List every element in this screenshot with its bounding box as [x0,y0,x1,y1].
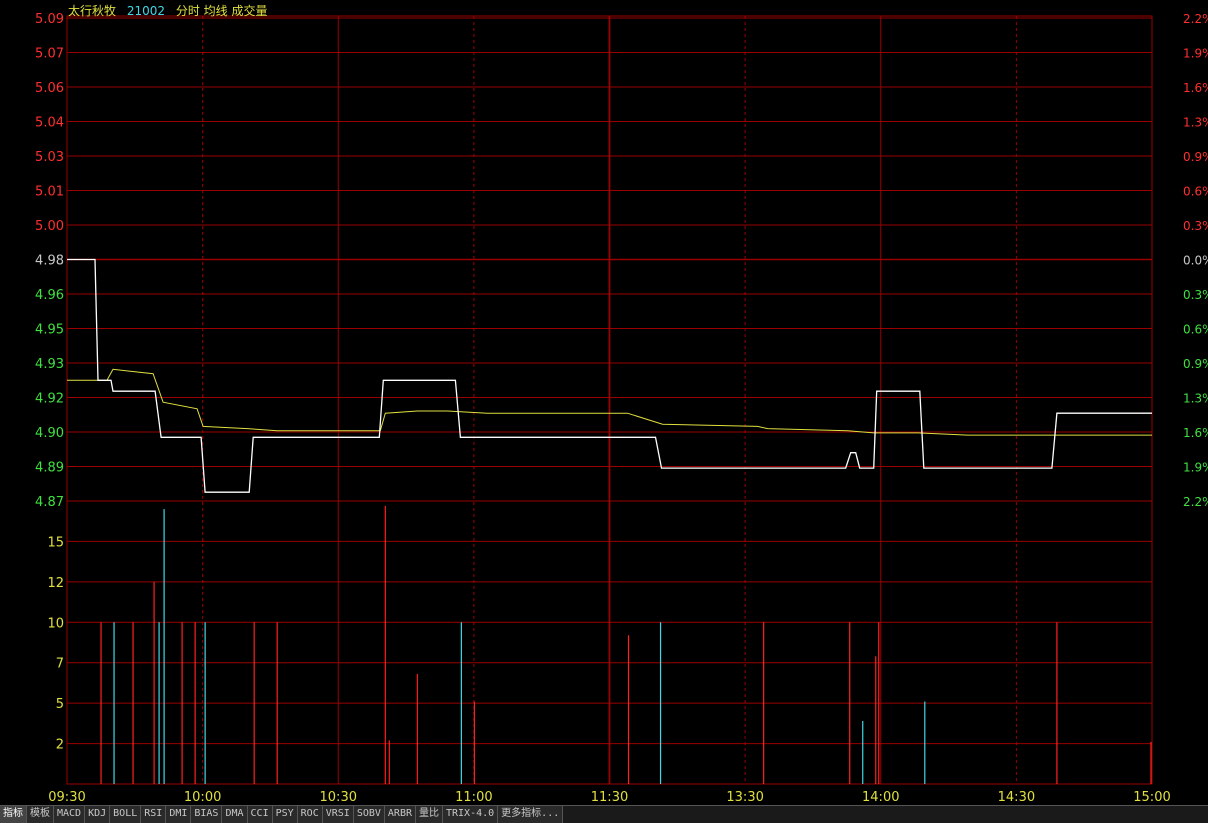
volume-tick-label: 7 [56,657,64,672]
price-tick-label: 4.87 [35,495,64,510]
pct-tick-label: 0.6% [1183,185,1208,199]
price-tick-label: 5.03 [35,150,64,165]
time-tick-label: 14:00 [862,790,899,805]
chart-header: 太行秋牧 21002 分时 均线 成交量 [68,2,275,19]
pct-tick-label: 0.9% [1183,150,1208,164]
pct-tick-label: 1.3% [1183,116,1208,130]
indicator-tab-9[interactable]: CCI [247,806,273,823]
time-tick-label: 14:30 [998,790,1035,805]
indicator-tab-13[interactable]: SOBV [353,806,385,823]
pct-tick-label: 1.6% [1183,426,1208,440]
pct-tick-label: 1.3% [1183,392,1208,406]
price-tick-label: 4.98 [35,254,64,269]
price-tick-label: 5.07 [35,47,64,62]
tab-bar-spacer [563,806,1208,823]
indicator-tab-14[interactable]: ARBR [384,806,416,823]
indicator-tab-6[interactable]: DMI [166,806,192,823]
indicator-tab-2[interactable]: MACD [54,806,86,823]
price-tick-label: 4.90 [35,426,64,441]
indicator-tab-5[interactable]: RSI [141,806,167,823]
stock-code: 21002 [126,4,166,18]
indicator-tab-3[interactable]: KDJ [85,806,111,823]
pct-tick-label: 0.0% [1183,254,1208,268]
pct-tick-label: 2.2% [1183,495,1208,509]
indicator-tab-bar: 指标 模板 MACD KDJ BOLL RSI DMI BIAS DMA CCI PSY ROC VRS… [0,805,1208,823]
price-tick-label: 4.93 [35,357,64,372]
volume-tick-label: 12 [47,576,64,591]
pct-tick-label: 0.3% [1183,288,1208,302]
time-tick-label: 11:30 [591,790,628,805]
volume-tick-label: 5 [56,697,64,712]
volume-tick-label: 2 [56,738,64,753]
time-tick-label: 09:30 [48,790,85,805]
time-tick-label: 15:00 [1133,790,1170,805]
indicator-tab-0[interactable]: 指标 [0,806,27,823]
pct-tick-label: 1.9% [1183,461,1208,475]
pct-tick-label: 2.2% [1183,12,1208,26]
indicator-tab-17[interactable]: 更多指标... [498,806,564,823]
price-tick-label: 4.95 [35,323,64,338]
time-tick-label: 10:30 [320,790,357,805]
pct-tick-label: 1.9% [1183,47,1208,61]
price-tick-label: 5.09 [35,12,64,27]
indicator-tab-12[interactable]: VRSI [322,806,354,823]
price-tick-label: 5.06 [35,81,64,96]
indicator-tab-7[interactable]: BIAS [191,806,223,823]
time-tick-label: 10:00 [184,790,221,805]
price-tick-label: 4.92 [35,392,64,407]
pct-tick-label: 0.9% [1183,357,1208,371]
volume-tick-label: 10 [47,616,64,631]
price-tick-label: 5.04 [35,116,64,131]
chart-mode: 分时 均线 成交量 [175,4,268,18]
indicator-tab-1[interactable]: 模板 [27,806,54,823]
volume-tick-label: 15 [47,535,64,550]
time-tick-label: 11:00 [455,790,492,805]
pct-tick-label: 0.3% [1183,219,1208,233]
indicator-tab-16[interactable]: TRIX-4.0 [443,806,499,823]
price-tick-label: 5.01 [35,185,64,200]
price-tick-label: 5.00 [35,219,64,234]
price-tick-label: 4.89 [35,461,64,476]
pct-tick-label: 1.6% [1183,81,1208,95]
indicator-tab-10[interactable]: PSY [272,806,298,823]
indicator-tab-15[interactable]: 量比 [416,806,443,823]
pct-tick-label: 0.6% [1183,323,1208,337]
time-tick-label: 13:30 [726,790,763,805]
indicator-tab-4[interactable]: BOLL [110,806,142,823]
intraday-chart[interactable]: 5.09 2.2% 5.07 1.9% 5.06 1.6% 5.04 1.3% 5.03 0.9%… [0,0,1208,805]
indicator-tab-8[interactable]: DMA [222,806,248,823]
indicator-tab-11[interactable]: ROC [297,806,323,823]
stock-name: 太行秋牧 [68,4,117,18]
price-tick-label: 4.96 [35,288,64,303]
